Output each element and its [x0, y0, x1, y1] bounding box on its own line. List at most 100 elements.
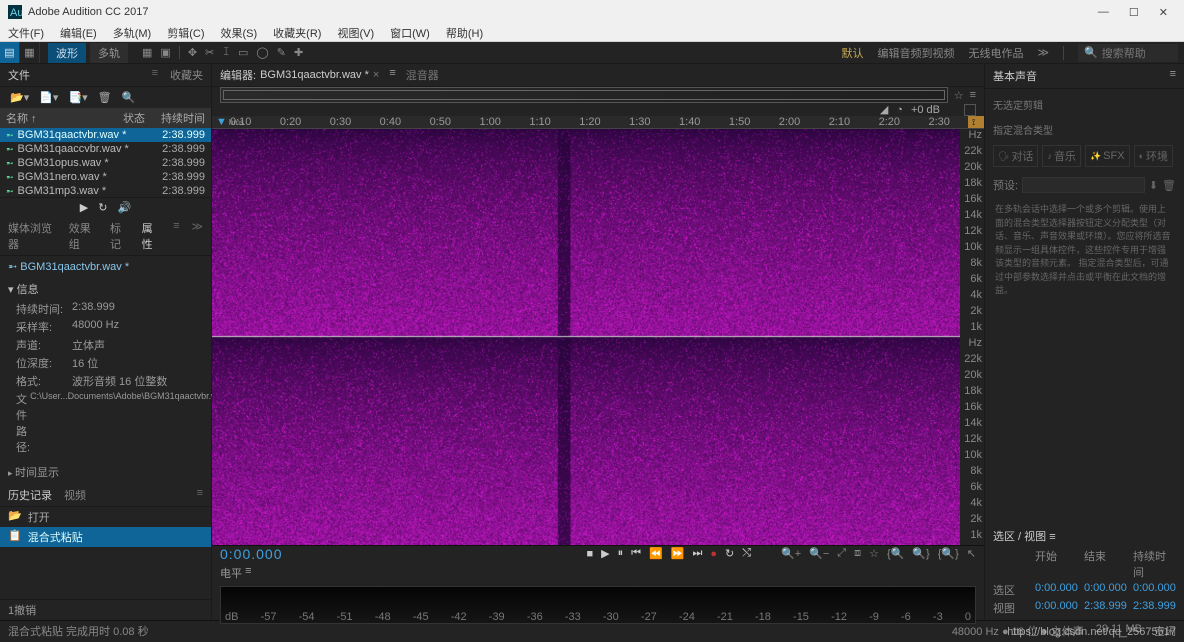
- help-search[interactable]: 🔍 搜索帮助: [1078, 44, 1178, 62]
- tool-marquee-icon[interactable]: ▭: [238, 46, 248, 59]
- zoom-selection-icon[interactable]: ⧈: [854, 547, 861, 560]
- file-row[interactable]: ➵BGM31qaactvbr.wav *2:38.999: [0, 128, 211, 142]
- hud-volume-icon[interactable]: ◢: [880, 103, 888, 116]
- time-ruler[interactable]: ▼hms 0:100:200:300:400:501:001:101:201:3…: [212, 116, 984, 129]
- file-row[interactable]: ➵BGM31mp3.wav *2:38.999: [0, 184, 211, 197]
- multitrack-view-button[interactable]: ▦: [20, 42, 40, 63]
- zoom-out-time-icon[interactable]: 🔍−: [809, 547, 829, 560]
- workspace-item-1[interactable]: 编辑音频到视频: [877, 45, 954, 61]
- file-list[interactable]: ➵BGM31qaactvbr.wav *2:38.999➵BGM31qaaccv…: [0, 128, 211, 197]
- tab-effects-rack[interactable]: 效果组: [69, 220, 98, 252]
- selview-view-dur[interactable]: 2:38.999: [1133, 600, 1176, 616]
- tab-properties[interactable]: 属性: [142, 220, 162, 252]
- maximize-button[interactable]: ☐: [1129, 6, 1139, 19]
- tab-essential-sound[interactable]: 基本声音: [993, 68, 1037, 84]
- menu-clip[interactable]: 剪辑(C): [163, 25, 208, 41]
- trash-icon[interactable]: 🗑: [98, 91, 112, 104]
- favorite-icon[interactable]: ☆: [954, 89, 964, 102]
- zoom-tool-icon[interactable]: ↖: [967, 547, 976, 560]
- levels-label[interactable]: 电平: [220, 565, 242, 581]
- mini-play-icon[interactable]: ▶: [80, 201, 88, 214]
- skip-selection-button[interactable]: ⤭: [742, 547, 751, 560]
- to-start-button[interactable]: ⏮: [631, 547, 641, 560]
- to-end-button[interactable]: ⏭: [692, 547, 702, 560]
- zoom-in-time-icon[interactable]: 🔍+: [781, 547, 801, 560]
- file-row[interactable]: ➵BGM31nero.wav *2:38.999: [0, 170, 211, 184]
- tool-picture-icon[interactable]: ▣: [160, 46, 170, 59]
- selview-sel-dur[interactable]: 0:00.000: [1133, 582, 1176, 598]
- pin-icon[interactable]: [964, 104, 976, 116]
- col-name[interactable]: 名称 ↑: [6, 110, 123, 126]
- file-row[interactable]: ➵BGM31opus.wav *2:38.999: [0, 156, 211, 170]
- expand-icon[interactable]: ≫: [192, 220, 204, 252]
- tab-files[interactable]: 文件: [8, 67, 30, 83]
- col-duration[interactable]: 持续时间: [159, 110, 205, 126]
- menu-favorites[interactable]: 收藏夹(R): [269, 25, 325, 41]
- waveform-view-button[interactable]: ▤: [0, 42, 20, 63]
- selview-sel-end[interactable]: 0:00.000: [1084, 582, 1127, 598]
- play-button[interactable]: ▶: [601, 547, 609, 560]
- open-file-icon[interactable]: 📂▾: [10, 91, 29, 104]
- selview-sel-start[interactable]: 0:00.000: [1035, 582, 1078, 598]
- history-item-mixpaste[interactable]: 📋混合式粘贴: [0, 527, 211, 547]
- type-sfx-button[interactable]: ✨ SFX: [1085, 145, 1130, 167]
- menu-window[interactable]: 窗口(W): [386, 25, 434, 41]
- tab-media-browser[interactable]: 媒体浏览器: [8, 220, 57, 252]
- stop-button[interactable]: ■: [587, 548, 594, 560]
- zoom-full-icon[interactable]: ⤢: [837, 547, 846, 560]
- timecode-display[interactable]: 0:00.000: [220, 546, 283, 562]
- view-tab-waveform[interactable]: 波形: [48, 43, 86, 63]
- tool-move-icon[interactable]: ✥: [188, 46, 197, 59]
- file-row[interactable]: ➵BGM31qaaccvbr.wav *2:38.999: [0, 142, 211, 156]
- loop-button[interactable]: ↻: [725, 547, 734, 560]
- type-ambience-button[interactable]: ◐ 环境: [1134, 145, 1173, 167]
- tool-brush-icon[interactable]: ✎: [277, 46, 286, 59]
- workspace-item-2[interactable]: 无线电作品: [968, 45, 1023, 61]
- tab-history[interactable]: 历史记录: [8, 487, 52, 503]
- zoom-in-amp-icon[interactable]: {🔍: [887, 547, 904, 560]
- workspace-default[interactable]: 默认: [841, 45, 863, 61]
- info-header[interactable]: ▾ 信息: [8, 281, 203, 297]
- close-button[interactable]: ✕: [1159, 6, 1168, 19]
- close-tab-icon[interactable]: ×: [373, 69, 379, 81]
- search-files-icon[interactable]: 🔍: [122, 91, 136, 104]
- marker-head[interactable]: ⟟: [968, 116, 984, 128]
- col-status[interactable]: 状态: [123, 110, 159, 126]
- workspace-more-icon[interactable]: ≫: [1037, 46, 1049, 59]
- tool-spectral-icon[interactable]: ▦: [142, 46, 152, 59]
- zoom-favorite-icon[interactable]: ☆: [869, 547, 879, 560]
- menu-multitrack[interactable]: 多轨(M): [109, 25, 156, 41]
- minimize-button[interactable]: —: [1098, 6, 1109, 19]
- panel-menu-icon[interactable]: ≡: [970, 89, 976, 102]
- tab-markers[interactable]: 标记: [110, 220, 130, 252]
- mini-loop-icon[interactable]: ↻: [98, 201, 107, 214]
- tool-lasso-icon[interactable]: ◯: [256, 46, 268, 59]
- tab-favorites[interactable]: 收藏夹: [170, 67, 203, 83]
- tool-time-icon[interactable]: 𝙸: [222, 46, 230, 59]
- tab-video[interactable]: 视频: [64, 487, 86, 503]
- spectrogram-display[interactable]: [212, 129, 960, 545]
- menu-help[interactable]: 帮助(H): [442, 25, 487, 41]
- type-music-button[interactable]: ♪ 音乐: [1042, 145, 1081, 167]
- pause-button[interactable]: ⏸: [618, 547, 624, 560]
- history-item-open[interactable]: 📂打开: [0, 507, 211, 527]
- preset-save-icon[interactable]: ⬇: [1149, 179, 1158, 192]
- selview-view-end[interactable]: 2:38.999: [1084, 600, 1127, 616]
- playhead-marker[interactable]: ▼hms: [216, 116, 244, 128]
- preset-dropdown[interactable]: [1022, 177, 1145, 193]
- editor-tab[interactable]: 编辑器: BGM31qaactvbr.wav * ×: [220, 67, 379, 83]
- menu-view[interactable]: 视图(V): [333, 25, 378, 41]
- tool-heal-icon[interactable]: ✚: [294, 46, 303, 59]
- tool-razor-icon[interactable]: ✂: [205, 46, 214, 59]
- preset-delete-icon[interactable]: 🗑: [1162, 179, 1176, 192]
- record-button[interactable]: ●: [710, 548, 717, 560]
- selview-view-start[interactable]: 0:00.000: [1035, 600, 1078, 616]
- mini-autoplay-icon[interactable]: 🔊: [117, 201, 131, 214]
- hud-time-icon[interactable]: ◔: [896, 104, 903, 116]
- mixer-tab[interactable]: 混音器: [406, 67, 439, 83]
- menu-file[interactable]: 文件(F): [4, 25, 48, 41]
- menu-edit[interactable]: 编辑(E): [56, 25, 101, 41]
- zoom-reset-amp-icon[interactable]: {🔍}: [938, 547, 959, 560]
- overview-navigator[interactable]: [220, 87, 948, 103]
- time-display-section[interactable]: 时间显示: [0, 460, 211, 484]
